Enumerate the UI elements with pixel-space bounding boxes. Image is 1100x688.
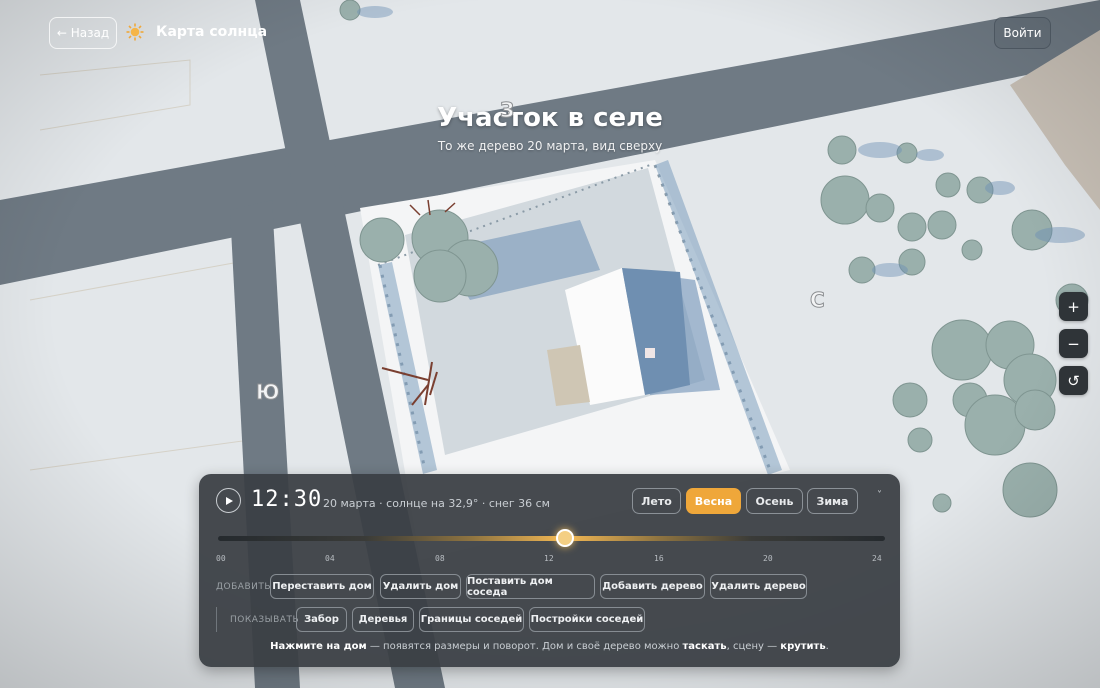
sun-status-text: 20 марта · солнце на 32,9° · снег 36 см xyxy=(323,497,550,510)
toggle-fence-button[interactable]: Забор xyxy=(296,607,347,632)
toggle-trees-button[interactable]: Деревья xyxy=(352,607,414,632)
play-button[interactable] xyxy=(216,488,241,513)
add-tree-button[interactable]: Добавить дерево xyxy=(600,574,705,599)
time-display: 12:30 xyxy=(251,487,323,512)
login-button[interactable]: Войти xyxy=(994,17,1051,49)
place-neighbor-house-button[interactable]: Поставить дом соседа xyxy=(466,574,595,599)
hint-emphasis: крутить xyxy=(780,641,826,652)
time-slider-handle[interactable] xyxy=(556,529,575,547)
usage-hint: Нажмите на дом — появятся размеры и пово… xyxy=(199,641,900,652)
app-title: Карта солнца xyxy=(156,24,268,40)
time-control-panel: 12:30 20 марта · солнце на 32,9° · снег … xyxy=(199,474,900,667)
play-icon xyxy=(225,496,233,505)
compass-north-label: С xyxy=(810,288,826,313)
compass-west-label: З xyxy=(499,98,515,123)
season-autumn-button[interactable]: Осень xyxy=(746,488,803,514)
time-slider-track[interactable] xyxy=(218,536,885,541)
hint-emphasis: Нажмите на дом xyxy=(270,641,367,652)
season-spring-button[interactable]: Весна xyxy=(686,488,741,514)
toggle-neighbor-buildings-button[interactable]: Постройки соседей xyxy=(529,607,645,632)
show-section-label: ПОКАЗЫВАТЬ xyxy=(230,615,300,625)
timeline-tick: 00 xyxy=(216,554,226,563)
hint-text: . xyxy=(825,641,829,652)
delete-house-button[interactable]: Удалить дом xyxy=(380,574,461,599)
page-title: Участок в селе xyxy=(437,103,663,133)
timeline-tick: 16 xyxy=(654,554,664,563)
sun-map-app: ← Назад Карта солнца Войти Участок в сел… xyxy=(0,0,1100,688)
row-divider xyxy=(216,607,217,632)
hint-text: — появятся размеры и поворот. Дом и своё… xyxy=(366,641,683,652)
timeline-tick: 24 xyxy=(872,554,882,563)
zoom-in-button[interactable]: + xyxy=(1059,292,1088,321)
timeline-tick: 20 xyxy=(763,554,773,563)
season-summer-button[interactable]: Лето xyxy=(632,488,681,514)
hint-emphasis: таскать xyxy=(682,641,727,652)
season-winter-button[interactable]: Зима xyxy=(807,488,858,514)
toggle-neighbor-boundaries-button[interactable]: Границы соседей xyxy=(419,607,524,632)
reset-view-button[interactable]: ↺ xyxy=(1059,366,1088,395)
zoom-out-button[interactable]: − xyxy=(1059,329,1088,358)
back-button[interactable]: ← Назад xyxy=(49,17,117,49)
compass-south-label: Ю xyxy=(255,380,280,405)
add-section-label: ДОБАВИТЬ xyxy=(216,582,272,592)
timeline-tick: 04 xyxy=(325,554,335,563)
sun-icon xyxy=(126,23,144,41)
move-house-button[interactable]: Переставить дом xyxy=(270,574,374,599)
page-subtitle: То же дерево 20 марта, вид сверху xyxy=(437,139,663,153)
delete-tree-button[interactable]: Удалить дерево xyxy=(710,574,807,599)
timeline-tick: 08 xyxy=(435,554,445,563)
hint-text: , сцену — xyxy=(726,641,781,652)
collapse-panel-icon[interactable]: ˅ xyxy=(877,490,882,501)
timeline-tick: 12 xyxy=(544,554,554,563)
